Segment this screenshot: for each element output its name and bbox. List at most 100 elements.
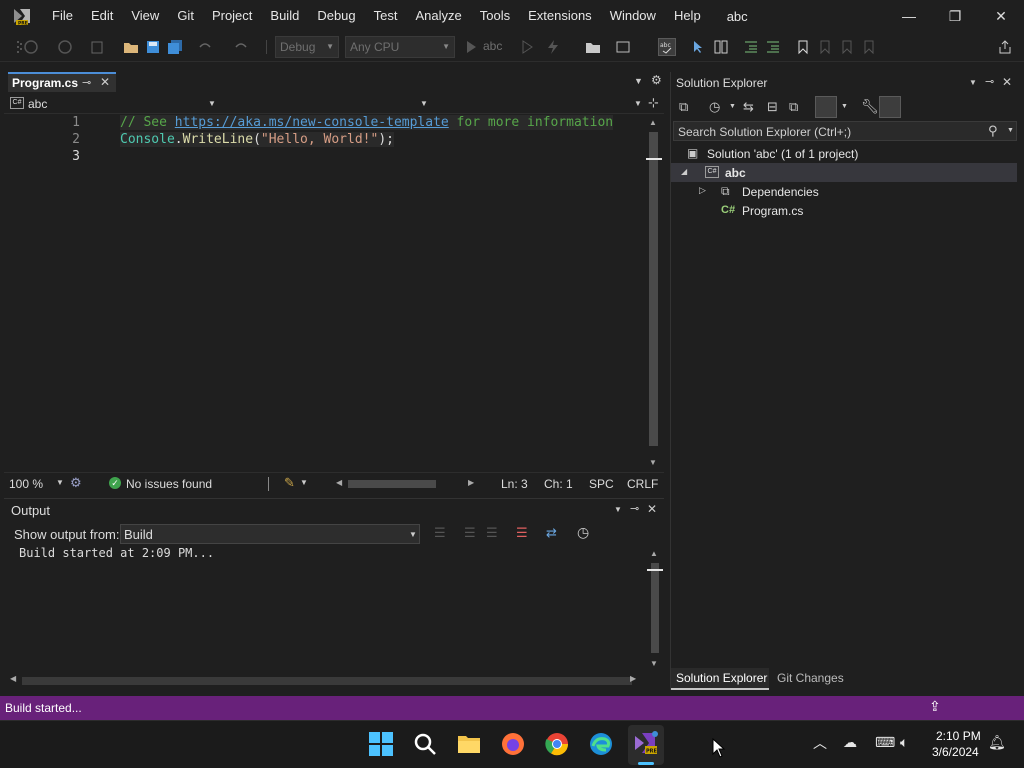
close-panel-icon[interactable]: ✕ (1002, 75, 1012, 89)
switch-views-icon[interactable]: ⧉ (679, 99, 688, 115)
solution-search-box[interactable]: Search Solution Explorer (Ctrl+;) ⚲ ▼ (673, 121, 1017, 141)
menu-window[interactable]: Window (601, 0, 665, 32)
show-all-files-icon[interactable]: ⧉ (789, 99, 798, 115)
windows-start-icon[interactable] (368, 731, 394, 757)
clock-date[interactable]: 3/6/2024 (932, 745, 979, 759)
menu-project[interactable]: Project (203, 0, 261, 32)
intellicode-icon[interactable]: ⚙ (70, 475, 82, 491)
chrome-icon[interactable] (544, 731, 570, 757)
save-icon[interactable] (144, 38, 162, 56)
tree-item-program-cs[interactable]: C# Program.cs (671, 201, 1017, 220)
share-icon[interactable] (996, 38, 1014, 56)
forward-icon[interactable] (56, 38, 74, 56)
menu-build[interactable]: Build (261, 0, 308, 32)
chevron-down-icon[interactable]: ▼ (729, 103, 736, 110)
pin-icon[interactable]: ⊸ (630, 502, 639, 515)
pin-icon[interactable]: ⊸ (82, 76, 91, 89)
split-editor-icon[interactable]: ⊹ (648, 95, 659, 111)
word-wrap-icon[interactable]: ⇄ (546, 525, 557, 541)
output-horizontal-scrollbar[interactable] (22, 677, 632, 685)
chevron-down-icon[interactable]: ▼ (841, 103, 848, 110)
compare-icon[interactable] (712, 38, 730, 56)
line-ending-indicator[interactable]: CRLF (627, 477, 658, 491)
preview-selected-items-icon[interactable] (815, 96, 837, 118)
zoom-level[interactable]: 100 % (9, 477, 43, 491)
scroll-left-icon[interactable]: ◀ (10, 674, 16, 683)
hot-reload-icon[interactable] (544, 38, 562, 56)
previous-message-icon[interactable]: ☰ (464, 525, 476, 541)
column-indicator[interactable]: Ch: 1 (544, 477, 573, 491)
scrollbar-thumb[interactable] (649, 132, 658, 446)
notification-bell-icon[interactable]: 🔔︎ (988, 734, 1006, 751)
horizontal-scrollbar-thumb[interactable] (348, 480, 436, 488)
tab-solution-explorer[interactable]: Solution Explorer (671, 668, 769, 690)
search-icon[interactable] (412, 731, 438, 757)
network-icon[interactable]: ⌨ (875, 734, 895, 751)
clear-bookmarks-icon[interactable] (860, 38, 878, 56)
output-text[interactable]: Build started at 2:09 PM... (19, 546, 214, 560)
editor-vertical-scrollbar[interactable]: ▲ ▼ (646, 114, 662, 472)
chevron-down-icon[interactable]: ▼ (614, 505, 622, 514)
select-icon[interactable] (690, 38, 708, 56)
solution-explorer-folder-icon[interactable] (584, 38, 602, 56)
line-indicator[interactable]: Ln: 3 (501, 477, 528, 491)
bookmark-icon[interactable] (794, 38, 812, 56)
pin-icon[interactable]: ⊸ (985, 75, 994, 88)
redo-icon[interactable] (232, 38, 250, 56)
restore-button[interactable]: ❐ (932, 0, 978, 32)
notifications-tray-icon[interactable]: ⇪ (929, 698, 941, 715)
scroll-up-icon[interactable]: ▲ (650, 549, 658, 558)
code-link[interactable]: https://aka.ms/new-console-template (175, 115, 449, 130)
chevron-down-icon[interactable]: ▼ (1007, 127, 1014, 134)
search-icon[interactable]: ⚲ (988, 123, 998, 139)
collapsed-arrow-icon[interactable]: ▷ (699, 185, 706, 196)
chevron-down-icon[interactable]: ▼ (969, 78, 977, 87)
visual-studio-taskbar-button[interactable]: PRE (628, 725, 664, 765)
next-bookmark-icon[interactable] (838, 38, 856, 56)
preview-icon[interactable] (879, 96, 901, 118)
nav-project-dropdown[interactable]: abc (28, 97, 47, 111)
onedrive-icon[interactable]: ☁ (843, 734, 857, 751)
volume-muted-icon[interactable]: 🔈︎ (900, 734, 908, 751)
issues-status[interactable]: No issues found (126, 477, 212, 491)
next-message-icon[interactable]: ☰ (486, 525, 498, 541)
tree-item-dependencies[interactable]: ▷ ⧉ Dependencies (671, 182, 1017, 201)
edge-icon[interactable] (588, 731, 614, 757)
code-cleanup-icon[interactable]: ✎ (284, 475, 295, 491)
close-tab-icon[interactable]: ✕ (100, 75, 110, 89)
scroll-right-icon[interactable]: ▶ (630, 674, 636, 683)
close-button[interactable]: ✕ (978, 0, 1024, 32)
chevron-down-icon[interactable]: ▼ (208, 99, 216, 108)
clock-icon[interactable]: ◷ (577, 524, 589, 541)
output-source-dropdown[interactable]: Build ▼ (120, 524, 420, 544)
show-hidden-icons-icon[interactable]: ︿ (813, 733, 827, 753)
menu-tools[interactable]: Tools (471, 0, 519, 32)
spell-check-icon[interactable]: abc (658, 38, 676, 56)
whitespace-indicator[interactable]: SPC (589, 477, 614, 491)
document-tab-program-cs[interactable]: Program.cs ⊸ ✕ (8, 72, 116, 92)
layout-icon[interactable] (614, 38, 632, 56)
scroll-down-icon[interactable]: ▼ (649, 458, 657, 467)
scroll-up-icon[interactable]: ▲ (649, 118, 657, 127)
start-without-debugging-icon[interactable] (518, 38, 536, 56)
scroll-down-icon[interactable]: ▼ (650, 659, 658, 668)
configuration-dropdown[interactable]: Debug ▼ (275, 36, 339, 58)
start-icon[interactable] (462, 38, 480, 56)
menu-file[interactable]: File (43, 0, 82, 32)
output-vertical-scrollbar[interactable]: ▲ ▼ (647, 549, 663, 669)
menu-test[interactable]: Test (365, 0, 407, 32)
sync-with-document-icon[interactable]: ⇆ (743, 99, 754, 115)
save-all-icon[interactable] (166, 38, 184, 56)
file-explorer-icon[interactable] (456, 731, 482, 757)
chevron-down-icon[interactable]: ▼ (634, 99, 642, 108)
chevron-down-icon[interactable]: ▼ (300, 478, 308, 487)
menu-edit[interactable]: Edit (82, 0, 122, 32)
pending-changes-filter-icon[interactable]: ◷ (709, 99, 720, 115)
tab-git-changes[interactable]: Git Changes (771, 668, 851, 690)
firefox-icon[interactable] (500, 731, 526, 757)
chevron-down-icon[interactable]: ▼ (56, 478, 64, 487)
menu-debug[interactable]: Debug (308, 0, 364, 32)
menu-git[interactable]: Git (168, 0, 203, 32)
start-target-label[interactable]: abc (483, 39, 502, 53)
tree-item-solution[interactable]: ▣ Solution 'abc' (1 of 1 project) (671, 144, 1017, 163)
